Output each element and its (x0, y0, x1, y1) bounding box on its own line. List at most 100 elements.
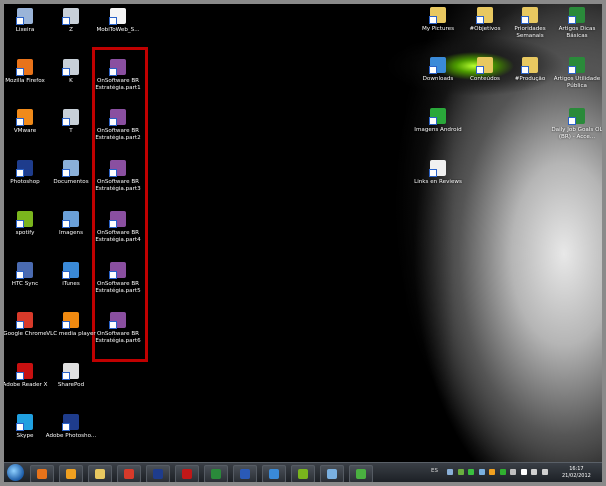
desktop-icon-label: iTunes (62, 281, 80, 287)
tray-icon[interactable] (499, 469, 506, 475)
desktop-icon[interactable]: OnSoftware BR Estratégia.part1 (92, 59, 144, 92)
desktop-icon[interactable]: Adobe Reader X (4, 363, 51, 389)
desktop-icon[interactable]: VLC media player (45, 312, 97, 338)
folder-icon (429, 7, 446, 24)
htc-sync-icon (16, 262, 33, 279)
desktop-icon[interactable]: OnSoftware BR Estratégia.part3 (92, 160, 144, 193)
desktop-icon[interactable]: Imagens (45, 211, 97, 237)
desktop-icon[interactable]: HTC Sync (4, 262, 51, 288)
shortcut-arrow-icon (16, 423, 24, 431)
desktop-icon[interactable]: Google Chrome (4, 312, 51, 338)
desktop-icon[interactable]: OnSoftware BR Estratégia.part4 (92, 211, 144, 244)
desktop-icon[interactable]: VMware (4, 109, 51, 135)
desktop-icon[interactable]: T (45, 109, 97, 135)
shortcut-arrow-icon (16, 169, 24, 177)
tray-icon[interactable] (510, 469, 516, 475)
taskbar-excel-button[interactable] (204, 465, 228, 482)
tray-icon[interactable] (541, 469, 548, 475)
taskbar-filezilla-button[interactable] (175, 465, 199, 482)
taskbar-outlook-button[interactable] (59, 465, 83, 482)
tray-icon[interactable] (447, 469, 453, 475)
desktop-icon[interactable]: Photoshop (4, 160, 51, 186)
desktop-icon-label: Imagens Android (414, 127, 462, 133)
photoshop-icon (62, 414, 79, 431)
desktop-icon-label: Skype (16, 433, 34, 439)
taskbar-notes-button[interactable] (320, 465, 344, 482)
taskbar-chrome-button[interactable] (117, 465, 141, 482)
tray-icon[interactable] (457, 469, 464, 475)
tray-icon[interactable] (531, 469, 537, 475)
vlc-icon (62, 312, 79, 329)
taskbar-photoshop-button[interactable] (146, 465, 170, 482)
desktop-icon[interactable]: Artigos Utilidade Pública (551, 57, 602, 90)
shortcut-arrow-icon (62, 271, 70, 279)
taskbar-firefox-button[interactable] (30, 465, 54, 482)
desktop-icon[interactable]: MobiToWeb_S... (92, 8, 144, 34)
shortcut-arrow-icon (62, 17, 70, 25)
shortcut-arrow-icon (62, 321, 70, 329)
desktop-icon[interactable]: OnSoftware BR Estratégia.part6 (92, 312, 144, 345)
taskbar-word-button[interactable] (233, 465, 257, 482)
clock-time: 16:17 (569, 466, 584, 472)
taskbar: ES 16:17 21/02/2012 (4, 462, 602, 482)
folder-icon (476, 7, 493, 24)
taskbar-lync-button[interactable] (262, 465, 286, 482)
desktop-icon[interactable]: Links en Reviews (412, 160, 464, 186)
desktop-icon[interactable]: Documentos (45, 160, 97, 186)
desktop-icon[interactable]: K (45, 59, 97, 85)
desktop-icon[interactable]: Skype (4, 414, 51, 440)
text-file-icon (429, 160, 446, 177)
shortcut-arrow-icon (476, 16, 484, 24)
desktop-icon[interactable]: Downloads (412, 57, 464, 83)
tray-icon[interactable] (468, 469, 474, 475)
desktop-icon[interactable]: Z (45, 8, 97, 34)
shortcut-arrow-icon (568, 16, 576, 24)
desktop-icon[interactable]: Lixeira (4, 8, 51, 34)
desktop-icon-label: Z (69, 27, 73, 33)
desktop-icon[interactable]: OnSoftware BR Estratégia.part2 (92, 109, 144, 142)
clock[interactable]: 16:17 21/02/2012 (562, 466, 591, 480)
shortcut-arrow-icon (429, 66, 437, 74)
android-images-icon (429, 108, 446, 125)
desktop-icon[interactable]: My Pictures (412, 7, 464, 33)
shortcut-arrow-icon (109, 271, 117, 279)
tray-icon[interactable] (489, 469, 495, 475)
shortcut-arrow-icon (16, 68, 24, 76)
desktop-icon[interactable]: Artigos Dicas Básicas (551, 7, 602, 40)
desktop-icon-label: My Pictures (421, 26, 455, 32)
word-icon (240, 469, 250, 479)
start-button[interactable] (7, 464, 24, 481)
desktop-icon[interactable]: iTunes (45, 262, 97, 288)
windows-explorer-icon (95, 469, 105, 479)
firefox-icon (37, 469, 47, 479)
folder-icon (521, 7, 538, 24)
shortcut-arrow-icon (109, 68, 117, 76)
shortcut-arrow-icon (429, 117, 437, 125)
tray-icon[interactable] (478, 469, 485, 475)
desktop-icon[interactable]: OnSoftware BR Estratégia.part5 (92, 262, 144, 295)
desktop-icon[interactable]: SharePod (45, 363, 97, 389)
desktop: Lixeira Z MobiToWeb_S... Mozilla Firefox K On… (4, 4, 602, 482)
desktop-icon[interactable]: Mozilla Firefox (4, 59, 51, 85)
shortcut-arrow-icon (109, 321, 117, 329)
desktop-icon[interactable]: #Produção (504, 57, 556, 83)
desktop-icon[interactable]: Adobe Photosho... (45, 414, 97, 440)
shortcut-arrow-icon (109, 118, 117, 126)
desktop-icon-label: HTC Sync (11, 281, 39, 287)
language-indicator[interactable]: ES (431, 468, 438, 474)
desktop-icon[interactable]: Imagens Android (412, 108, 464, 134)
desktop-icon-label: OnSoftware BR Estratégia.part5 (95, 281, 141, 294)
taskbar-messenger-button[interactable] (349, 465, 373, 482)
desktop-icon[interactable]: Prioridades Semanais (504, 7, 556, 40)
lync-icon (269, 469, 279, 479)
tray-icon[interactable] (520, 469, 527, 475)
shortcut-arrow-icon (16, 220, 24, 228)
desktop-icon[interactable]: spotify (4, 211, 51, 237)
vmware-icon (16, 109, 33, 126)
taskbar-windows-explorer-button[interactable] (88, 465, 112, 482)
filezilla-icon (182, 469, 192, 479)
desktop-icon[interactable]: Daily Job Goals OL (BR) - Acce... (551, 108, 602, 141)
taskbar-spotify-button[interactable] (291, 465, 315, 482)
recycle-bin-icon (16, 8, 33, 25)
shortcut-arrow-icon (521, 66, 529, 74)
